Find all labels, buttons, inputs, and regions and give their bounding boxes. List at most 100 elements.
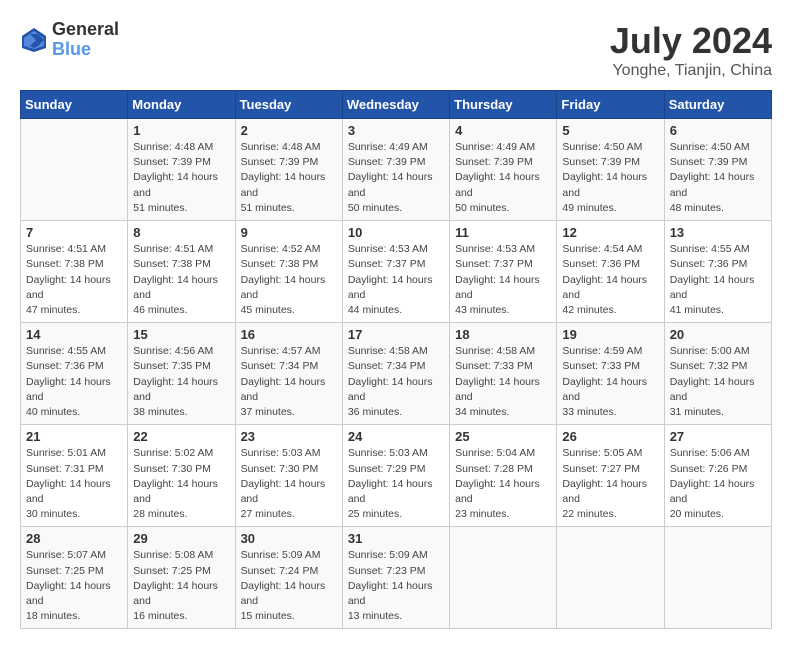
day-number: 20 [670, 327, 766, 342]
calendar-header-sunday: Sunday [21, 91, 128, 119]
calendar-cell: 26 Sunrise: 5:05 AMSunset: 7:27 PMDayligh… [557, 425, 664, 527]
day-number: 5 [562, 123, 658, 138]
calendar-cell [664, 527, 771, 629]
day-number: 28 [26, 531, 122, 546]
calendar-cell: 17 Sunrise: 4:58 AMSunset: 7:34 PMDayligh… [342, 323, 449, 425]
day-info: Sunrise: 5:02 AMSunset: 7:30 PMDaylight:… [133, 446, 229, 522]
day-number: 25 [455, 429, 551, 444]
day-info: Sunrise: 5:01 AMSunset: 7:31 PMDaylight:… [26, 446, 122, 522]
day-info: Sunrise: 5:07 AMSunset: 7:25 PMDaylight:… [26, 548, 122, 624]
day-number: 1 [133, 123, 229, 138]
day-number: 11 [455, 225, 551, 240]
logo: General Blue [20, 20, 119, 60]
calendar-cell: 11 Sunrise: 4:53 AMSunset: 7:37 PMDayligh… [450, 221, 557, 323]
day-number: 2 [241, 123, 337, 138]
day-info: Sunrise: 5:09 AMSunset: 7:24 PMDaylight:… [241, 548, 337, 624]
calendar-cell: 2 Sunrise: 4:48 AMSunset: 7:39 PMDaylight… [235, 119, 342, 221]
month-title: July 2024 [610, 20, 772, 62]
day-number: 3 [348, 123, 444, 138]
day-info: Sunrise: 5:06 AMSunset: 7:26 PMDaylight:… [670, 446, 766, 522]
day-number: 18 [455, 327, 551, 342]
day-number: 16 [241, 327, 337, 342]
day-number: 31 [348, 531, 444, 546]
calendar-cell: 1 Sunrise: 4:48 AMSunset: 7:39 PMDaylight… [128, 119, 235, 221]
day-info: Sunrise: 4:58 AMSunset: 7:34 PMDaylight:… [348, 344, 444, 420]
day-number: 24 [348, 429, 444, 444]
day-number: 15 [133, 327, 229, 342]
day-number: 17 [348, 327, 444, 342]
day-info: Sunrise: 4:54 AMSunset: 7:36 PMDaylight:… [562, 242, 658, 318]
logo-text: General Blue [52, 20, 119, 60]
calendar-cell: 12Sunrise: 4:54 AMSunset: 7:36 PMDayligh… [557, 221, 664, 323]
calendar-cell: 25 Sunrise: 5:04 AMSunset: 7:28 PMDayligh… [450, 425, 557, 527]
calendar-cell: 14Sunrise: 4:55 AMSunset: 7:36 PMDayligh… [21, 323, 128, 425]
calendar-cell: 8 Sunrise: 4:51 AMSunset: 7:38 PMDaylight… [128, 221, 235, 323]
day-info: Sunrise: 4:48 AMSunset: 7:39 PMDaylight:… [241, 140, 337, 216]
calendar-header-friday: Friday [557, 91, 664, 119]
day-number: 22 [133, 429, 229, 444]
day-info: Sunrise: 4:49 AMSunset: 7:39 PMDaylight:… [348, 140, 444, 216]
calendar-cell [450, 527, 557, 629]
calendar-cell: 28 Sunrise: 5:07 AMSunset: 7:25 PMDayligh… [21, 527, 128, 629]
day-info: Sunrise: 4:51 AMSunset: 7:38 PMDaylight:… [26, 242, 122, 318]
calendar-cell: 23 Sunrise: 5:03 AMSunset: 7:30 PMDayligh… [235, 425, 342, 527]
day-info: Sunrise: 4:53 AMSunset: 7:37 PMDaylight:… [348, 242, 444, 318]
day-info: Sunrise: 5:08 AMSunset: 7:25 PMDaylight:… [133, 548, 229, 624]
calendar-week-5: 28 Sunrise: 5:07 AMSunset: 7:25 PMDayligh… [21, 527, 772, 629]
calendar-cell: 29 Sunrise: 5:08 AMSunset: 7:25 PMDayligh… [128, 527, 235, 629]
calendar-cell: 31 Sunrise: 5:09 AMSunset: 7:23 PMDayligh… [342, 527, 449, 629]
day-info: Sunrise: 5:05 AMSunset: 7:27 PMDaylight:… [562, 446, 658, 522]
calendar-cell: 16 Sunrise: 4:57 AMSunset: 7:34 PMDayligh… [235, 323, 342, 425]
day-info: Sunrise: 4:57 AMSunset: 7:34 PMDaylight:… [241, 344, 337, 420]
location-title: Yonghe, Tianjin, China [610, 62, 772, 80]
calendar-cell: 6Sunrise: 4:50 AMSunset: 7:39 PMDaylight… [664, 119, 771, 221]
logo-line1: General [52, 20, 119, 40]
calendar-header-thursday: Thursday [450, 91, 557, 119]
day-number: 13 [670, 225, 766, 240]
day-number: 6 [670, 123, 766, 138]
day-number: 9 [241, 225, 337, 240]
day-info: Sunrise: 4:50 AMSunset: 7:39 PMDaylight:… [562, 140, 658, 216]
day-number: 23 [241, 429, 337, 444]
title-block: July 2024 Yonghe, Tianjin, China [610, 20, 772, 80]
calendar-cell: 7Sunrise: 4:51 AMSunset: 7:38 PMDaylight… [21, 221, 128, 323]
day-number: 4 [455, 123, 551, 138]
day-info: Sunrise: 4:55 AMSunset: 7:36 PMDaylight:… [670, 242, 766, 318]
day-number: 19 [562, 327, 658, 342]
calendar-week-4: 21Sunrise: 5:01 AMSunset: 7:31 PMDayligh… [21, 425, 772, 527]
day-number: 30 [241, 531, 337, 546]
calendar-week-2: 7Sunrise: 4:51 AMSunset: 7:38 PMDaylight… [21, 221, 772, 323]
day-info: Sunrise: 4:52 AMSunset: 7:38 PMDaylight:… [241, 242, 337, 318]
calendar-week-1: 1 Sunrise: 4:48 AMSunset: 7:39 PMDaylight… [21, 119, 772, 221]
logo-icon [20, 26, 48, 54]
day-number: 29 [133, 531, 229, 546]
calendar-header-monday: Monday [128, 91, 235, 119]
day-number: 8 [133, 225, 229, 240]
calendar-cell: 21Sunrise: 5:01 AMSunset: 7:31 PMDayligh… [21, 425, 128, 527]
day-info: Sunrise: 4:58 AMSunset: 7:33 PMDaylight:… [455, 344, 551, 420]
calendar-cell: 19 Sunrise: 4:59 AMSunset: 7:33 PMDayligh… [557, 323, 664, 425]
calendar-cell: 13 Sunrise: 4:55 AMSunset: 7:36 PMDayligh… [664, 221, 771, 323]
calendar-header-tuesday: Tuesday [235, 91, 342, 119]
day-info: Sunrise: 4:59 AMSunset: 7:33 PMDaylight:… [562, 344, 658, 420]
day-info: Sunrise: 4:48 AMSunset: 7:39 PMDaylight:… [133, 140, 229, 216]
calendar-week-3: 14Sunrise: 4:55 AMSunset: 7:36 PMDayligh… [21, 323, 772, 425]
page-header: General Blue July 2024 Yonghe, Tianjin, … [20, 20, 772, 80]
day-info: Sunrise: 5:09 AMSunset: 7:23 PMDaylight:… [348, 548, 444, 624]
calendar-cell: 9 Sunrise: 4:52 AMSunset: 7:38 PMDaylight… [235, 221, 342, 323]
calendar-cell: 20Sunrise: 5:00 AMSunset: 7:32 PMDayligh… [664, 323, 771, 425]
day-info: Sunrise: 5:04 AMSunset: 7:28 PMDaylight:… [455, 446, 551, 522]
calendar-cell: 27 Sunrise: 5:06 AMSunset: 7:26 PMDayligh… [664, 425, 771, 527]
day-info: Sunrise: 5:03 AMSunset: 7:30 PMDaylight:… [241, 446, 337, 522]
day-number: 26 [562, 429, 658, 444]
day-info: Sunrise: 4:51 AMSunset: 7:38 PMDaylight:… [133, 242, 229, 318]
calendar-cell: 18 Sunrise: 4:58 AMSunset: 7:33 PMDayligh… [450, 323, 557, 425]
day-info: Sunrise: 4:55 AMSunset: 7:36 PMDaylight:… [26, 344, 122, 420]
calendar-cell [21, 119, 128, 221]
day-info: Sunrise: 4:53 AMSunset: 7:37 PMDaylight:… [455, 242, 551, 318]
calendar-cell: 15Sunrise: 4:56 AMSunset: 7:35 PMDayligh… [128, 323, 235, 425]
calendar-cell: 5 Sunrise: 4:50 AMSunset: 7:39 PMDaylight… [557, 119, 664, 221]
calendar-cell: 24Sunrise: 5:03 AMSunset: 7:29 PMDayligh… [342, 425, 449, 527]
calendar-cell: 4Sunrise: 4:49 AMSunset: 7:39 PMDaylight… [450, 119, 557, 221]
day-number: 27 [670, 429, 766, 444]
